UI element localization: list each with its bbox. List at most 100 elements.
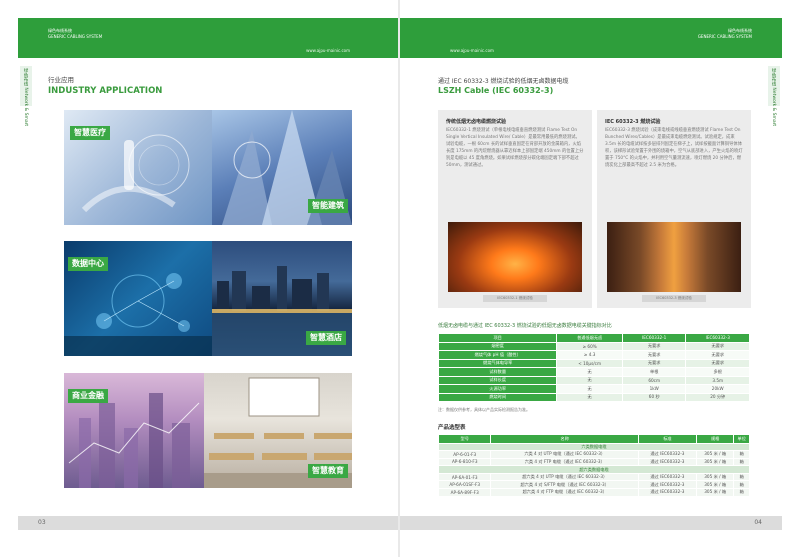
table-cell: 通过 IEC60332-3 xyxy=(638,488,697,497)
photo-caption: IEC60332-1 燃烧试验 xyxy=(483,295,547,302)
column-header: 型号 xyxy=(437,434,492,444)
tile-label: 智慧教育 xyxy=(308,464,348,478)
brand-block: 绿色布线系统 GENERIC CABLING SYSTEM xyxy=(698,28,752,40)
column-header: IEC60332-3 xyxy=(685,333,750,343)
table-cell: 305 米 / 箱 xyxy=(695,480,735,490)
table-cell: 无 xyxy=(556,384,623,394)
right-page: www.ajpu-mainic.com 绿色布线系统 GENERIC CABLI… xyxy=(400,0,800,557)
comparison-title: 低烟无卤电缆与通过 IEC 60332-3 燃烧试验的低烟无卤数据电缆关键指标对… xyxy=(438,323,612,329)
product-table-title: 产品选型表 xyxy=(438,425,466,431)
table-cell: 燃烧气体电导率 xyxy=(437,358,558,368)
table-cell: 试样数量 xyxy=(437,367,558,377)
header-url[interactable]: www.ajpu-mainic.com xyxy=(450,48,494,53)
table-cell: 超六类 4 对 S/FTP 电缆（通过 IEC 60332-3） xyxy=(490,480,639,490)
table-header-row: 型号 名称 标准 规格 单位 xyxy=(437,434,750,444)
table-cell: AP-6A-01-F3 xyxy=(437,472,492,482)
table-row: 烟密度 ≥ 60% 无要求 无要求 xyxy=(437,341,750,351)
table-cell: 无要求 xyxy=(685,350,750,360)
table-cell: 试样长度 xyxy=(437,375,558,385)
footer-bar: 03 xyxy=(18,516,400,530)
table-cell: AP-6A-89F-F3 xyxy=(437,488,492,497)
test-box-iec60332-1: 传统低烟无卤电缆燃烧试验 IEC60332-1 燃烧测试（单根电线电缆垂直燃烧测… xyxy=(438,110,592,308)
tile-smart-hotel: 智慧酒店 xyxy=(212,241,352,356)
table-cell: AP-6-01-F3 xyxy=(437,450,492,459)
group-label: 六类数据电缆 xyxy=(438,442,750,452)
test-box-body: IEC60332-1 燃烧测试（单根电线电缆垂直燃烧测试 Flame Test … xyxy=(446,128,584,168)
bunched-flame-test-photo xyxy=(607,222,741,292)
tile-smart-education: 智慧教育 xyxy=(204,373,352,488)
table-cell: 通过 IEC60332-3 xyxy=(638,450,697,459)
table-cell: 通过 IEC60332-3 xyxy=(638,457,697,467)
header-url[interactable]: www.ajpu-mainic.com xyxy=(306,48,350,53)
flame-test-photo xyxy=(448,222,582,292)
table-cell: 超六类 4 对 FTP 电缆（通过 IEC 60332-3） xyxy=(490,488,639,497)
table-row: AP-6-01-F3 六类 4 对 UTP 电缆（通过 IEC 60332-3）… xyxy=(437,450,750,459)
page-number: 04 xyxy=(754,519,762,526)
tile-smart-building: 智能建筑 xyxy=(212,110,352,225)
table-cell: 烟密度 xyxy=(437,341,558,351)
tile-smart-medical: 智慧医疗 xyxy=(64,110,212,225)
table-cell: 箱 xyxy=(733,457,750,467)
page-title-en: LSZH Cable (IEC 60332-3) xyxy=(438,86,554,95)
left-page: 绿色布线系统 GENERIC CABLING SYSTEM www.ajpu-m… xyxy=(0,0,400,557)
table-cell: 60cm xyxy=(621,375,687,385)
column-header: 规格 xyxy=(695,434,735,444)
table-cell: 无要求 xyxy=(685,358,750,368)
table-cell: 六类 4 对 FTP 电缆（通过 IEC 60332-3） xyxy=(490,457,639,467)
table-cell: 305 米 / 箱 xyxy=(695,472,735,482)
table-cell: 60 秒 xyxy=(621,392,687,402)
table-cell: 无要求 xyxy=(621,350,687,360)
table-row: AP-6A-01SF-F3 超六类 4 对 S/FTP 电缆（通过 IEC 60… xyxy=(437,480,750,490)
table-cell: < 10μs/cm xyxy=(556,358,623,368)
group-label: 超六类数据电缆 xyxy=(438,465,750,474)
table-cell: 无要求 xyxy=(621,341,687,351)
side-tab: 绿色布线 Network & Smart xyxy=(20,66,32,126)
table-cell: ≥ 4.3 xyxy=(556,350,623,360)
brand-subtitle: GENERIC CABLING SYSTEM xyxy=(48,34,103,39)
product-table: 型号 名称 标准 规格 单位 六类数据电缆 AP-6-01-F3 六类 4 对 … xyxy=(437,434,750,497)
column-header: 名称 xyxy=(490,434,639,444)
table-cell: 箱 xyxy=(733,450,750,459)
tile-data-center: 数据中心 xyxy=(64,241,212,356)
table-row: 燃烧气体 pH 值（酸性） ≥ 4.3 无要求 无要求 xyxy=(437,350,750,360)
table-row: AP-6A-01-F3 超六类 4 对 UTP 电缆（通过 IEC 60332-… xyxy=(437,472,750,482)
column-header: 项目 xyxy=(437,333,558,343)
table-row: 试样长度 无 60cm 3.5m xyxy=(437,375,750,385)
table-header-row: 项目 普通低烟无卤 IEC60332-1 IEC60332-3 xyxy=(437,333,750,343)
table-row: AP-6A-89F-F3 超六类 4 对 FTP 电缆（通过 IEC 60332… xyxy=(437,488,750,497)
table-cell: 箱 xyxy=(733,472,750,482)
section-title-zh: 行业应用 xyxy=(48,76,74,84)
table-cell: 无要求 xyxy=(685,341,750,351)
column-header: IEC60332-1 xyxy=(621,333,687,343)
table-cell: 20kW xyxy=(685,384,750,394)
brand-subtitle: GENERIC CABLING SYSTEM xyxy=(697,34,752,39)
table-cell: AP-6A-01SF-F3 xyxy=(437,480,492,490)
table-cell: 305 米 / 箱 xyxy=(695,488,735,497)
test-box-iec60332-3: IEC 60332-3 燃烧试验 IEC60332-3 燃烧试验（成束电线或线缆… xyxy=(597,110,751,308)
test-box-body: IEC60332-3 燃烧试验（成束电线或线缆垂直燃烧测试 Flame Test… xyxy=(605,128,743,168)
column-header: 标准 xyxy=(638,434,697,444)
table-cell: 通过 IEC60332-3 xyxy=(638,472,697,482)
page-number: 03 xyxy=(38,519,46,526)
table-cell: 无 xyxy=(556,392,623,402)
tile-label: 智慧酒店 xyxy=(306,331,346,345)
brand-block: 绿色布线系统 GENERIC CABLING SYSTEM xyxy=(48,28,102,40)
table-cell: 305 米 / 箱 xyxy=(695,457,735,467)
table-cell: 六类 4 对 UTP 电缆（通过 IEC 60332-3） xyxy=(490,450,639,459)
side-tab-label: 绿色布线 Network & Smart xyxy=(23,68,28,127)
table-cell: 燃烧气体 pH 值（酸性） xyxy=(437,350,558,360)
table-cell: AP-6-810-F3 xyxy=(437,457,492,467)
table-cell: 305 米 / 箱 xyxy=(695,450,735,459)
table-row: 火源功率 无 1kW 20kW xyxy=(437,384,750,394)
section-title-en: INDUSTRY APPLICATION xyxy=(48,86,163,96)
table-cell: 火源功率 xyxy=(437,384,558,394)
table-cell: 20 分钟 xyxy=(685,392,750,402)
table-cell: 超六类 4 对 UTP 电缆（通过 IEC 60332-3） xyxy=(490,472,639,482)
comparison-table: 项目 普通低烟无卤 IEC60332-1 IEC60332-3 烟密度 ≥ 60… xyxy=(437,333,750,402)
table-row: AP-6-810-F3 六类 4 对 FTP 电缆（通过 IEC 60332-3… xyxy=(437,457,750,467)
table-cell: 无 xyxy=(556,375,623,385)
table-row: 燃烧气体电导率 < 10μs/cm 无要求 无要求 xyxy=(437,358,750,368)
test-box-title: 传统低烟无卤电缆燃烧试验 xyxy=(446,119,507,125)
table-row: 试样数量 无 单根 多根 xyxy=(437,367,750,377)
group-row: 超六类数据电缆 xyxy=(438,465,750,474)
